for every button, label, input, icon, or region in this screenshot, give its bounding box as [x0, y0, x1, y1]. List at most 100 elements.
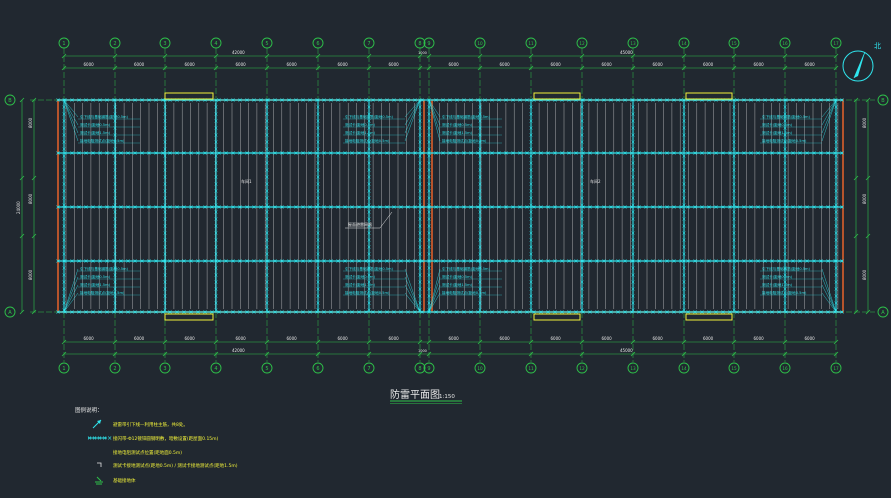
dimension-text: 6000	[703, 336, 714, 341]
axis-bubble-label: 2	[113, 366, 116, 372]
dimension-joint: 1000	[418, 51, 427, 55]
drawing-title: 防雷平面图	[390, 388, 440, 401]
dimension-lines: 6000 6000 6000 6000 6000 6000 6000 6000 6000 6000…	[16, 50, 871, 357]
axis-bubble-label: 4	[214, 366, 217, 372]
axis-bubble-label: 12	[579, 41, 585, 46]
drawing-scale: 1:150	[439, 394, 455, 400]
legend-title: 图例说明：	[75, 406, 103, 414]
callout-leader	[821, 99, 837, 142]
callout-text: 引下线与基础钢筋(距地0.5m)	[345, 114, 394, 119]
callout-text: 测试卡(距地0.5m)	[762, 122, 793, 127]
callout-text: 引下线与基础钢筋(距地0.5m)	[345, 266, 394, 271]
callout-text: 测试卡(距地1.5m)	[345, 282, 376, 287]
north-arrow-icon: 北	[842, 42, 881, 82]
callout-text: 接地电阻测试点(距地0.5m)	[762, 138, 807, 143]
dimension-text: 6000	[338, 62, 349, 67]
callout-leader	[404, 276, 421, 313]
callout-text: 引下线与基础钢筋(距地0.5m)	[762, 114, 811, 119]
dimension-total: 45000	[620, 50, 633, 55]
axis-bubble-label: 15	[731, 366, 737, 371]
dimension-text: 6000	[551, 336, 562, 341]
axis-bubble-label: 13	[630, 41, 636, 46]
dimension-text: 8000	[862, 269, 867, 280]
callout-text: 测试卡(距地1.5m)	[80, 282, 111, 287]
dimension-text: 8000	[28, 269, 33, 280]
axis-bubble-label: 2	[113, 41, 116, 47]
callout-text: 测试卡(距地1.5m)	[762, 130, 793, 135]
axis-bubble-label: 11	[528, 366, 534, 371]
note-leader	[379, 211, 393, 229]
callout-leader	[428, 99, 441, 118]
legend-item-text: 测试卡接地测试点(距地0.5m) / 测试卡接地测试点(距地1.5m)	[113, 462, 238, 469]
legend-item-text: 接闪带-Φ12镀锌圆钢明敷，暗敷设置(距屋面0.15m)	[113, 435, 219, 442]
callout-leader	[821, 99, 837, 126]
dimension-text: 6000	[754, 336, 765, 341]
dimension-text: 6000	[602, 336, 613, 341]
dimension-text: 6000	[551, 62, 562, 67]
callout-leader	[821, 268, 837, 313]
axis-bubble-label: 8	[418, 41, 421, 47]
callout-leader	[428, 99, 441, 142]
axis-bubble-label: 1	[62, 41, 65, 47]
zone-label: 车间2	[590, 178, 601, 184]
dimension-text: 6000	[805, 62, 816, 67]
axis-bubble-label: A	[881, 310, 885, 316]
axis-bubble-label: A	[8, 310, 12, 316]
dimension-text: 6000	[338, 336, 349, 341]
axis-bubble-label: 3	[163, 41, 166, 47]
axis-bubble-label: 10	[477, 366, 483, 371]
center-note: 屋面避雷网格	[348, 221, 372, 227]
callout-text: 测试卡(距地1.5m)	[762, 282, 793, 287]
axis-bubble-label: B	[881, 98, 885, 104]
axis-bubble-label: 17	[833, 41, 839, 46]
dimension-text: 6000	[389, 336, 400, 341]
callout-leader	[404, 99, 421, 126]
callout-text: 测试卡(距地1.5m)	[80, 130, 111, 135]
zone-label: 车间1	[241, 178, 252, 184]
dimension-total: 42000	[232, 50, 245, 55]
dimension-text: 6000	[449, 62, 460, 67]
axis-bubble-label: 9	[427, 366, 430, 372]
callout-leader	[821, 284, 837, 313]
callout-leader	[821, 292, 837, 313]
dimension-text: 6000	[134, 336, 145, 341]
axis-bubble-label: 7	[367, 41, 370, 47]
dimension-joint: 1000	[418, 349, 427, 353]
callout-leader	[428, 284, 441, 313]
dimension-text: 6000	[236, 336, 247, 341]
axis-bubble-label: 15	[731, 41, 737, 46]
axis-bubble-label: 17	[833, 366, 839, 371]
roof-vent-outline	[164, 313, 214, 321]
dimension-text: 6000	[754, 62, 765, 67]
dimension-text: 8000	[28, 193, 33, 204]
dimension-text: 6000	[602, 62, 613, 67]
callout-leader	[428, 276, 441, 313]
axis-bubble-label: 1	[62, 366, 65, 372]
axis-bubble-label: 14	[681, 366, 687, 371]
callout-text: 引下线与基础钢筋(距地0.5m)	[442, 266, 491, 271]
dimension-text: 8000	[862, 117, 867, 128]
dimension-text: 8000	[28, 117, 33, 128]
svg-text:×××××: ×××××	[87, 435, 112, 442]
callout-text: 测试卡(距地0.5m)	[345, 122, 376, 127]
dimension-text: 6000	[287, 336, 298, 341]
callout-leader	[404, 99, 421, 134]
callout-leader	[404, 268, 421, 313]
axis-bubble-label: B	[8, 98, 12, 104]
dimension-text: 6000	[389, 62, 400, 67]
callout-text: 测试卡(距地1.5m)	[442, 130, 473, 135]
callout-text: 接地电阻测试点(距地0.5m)	[345, 138, 390, 143]
axis-bubble-label: 6	[316, 41, 319, 47]
callout-leader	[821, 99, 837, 134]
callout-text: 接地电阻测试点(距地0.5m)	[345, 290, 390, 295]
axis-bubble-label: 5	[265, 366, 268, 372]
axis-bubble-label: 3	[163, 366, 166, 372]
roof-vent-outline	[685, 313, 733, 321]
callout-text: 接地电阻测试点(距地0.5m)	[442, 138, 487, 143]
callout-leader	[428, 292, 441, 313]
axis-bubble-label: 11	[528, 41, 534, 46]
callout-text: 测试卡(距地1.5m)	[442, 282, 473, 287]
axis-bubble-label: 13	[630, 366, 636, 371]
callout-text: 接地电阻测试点(距地0.5m)	[442, 290, 487, 295]
dimension-text: 6000	[287, 62, 298, 67]
